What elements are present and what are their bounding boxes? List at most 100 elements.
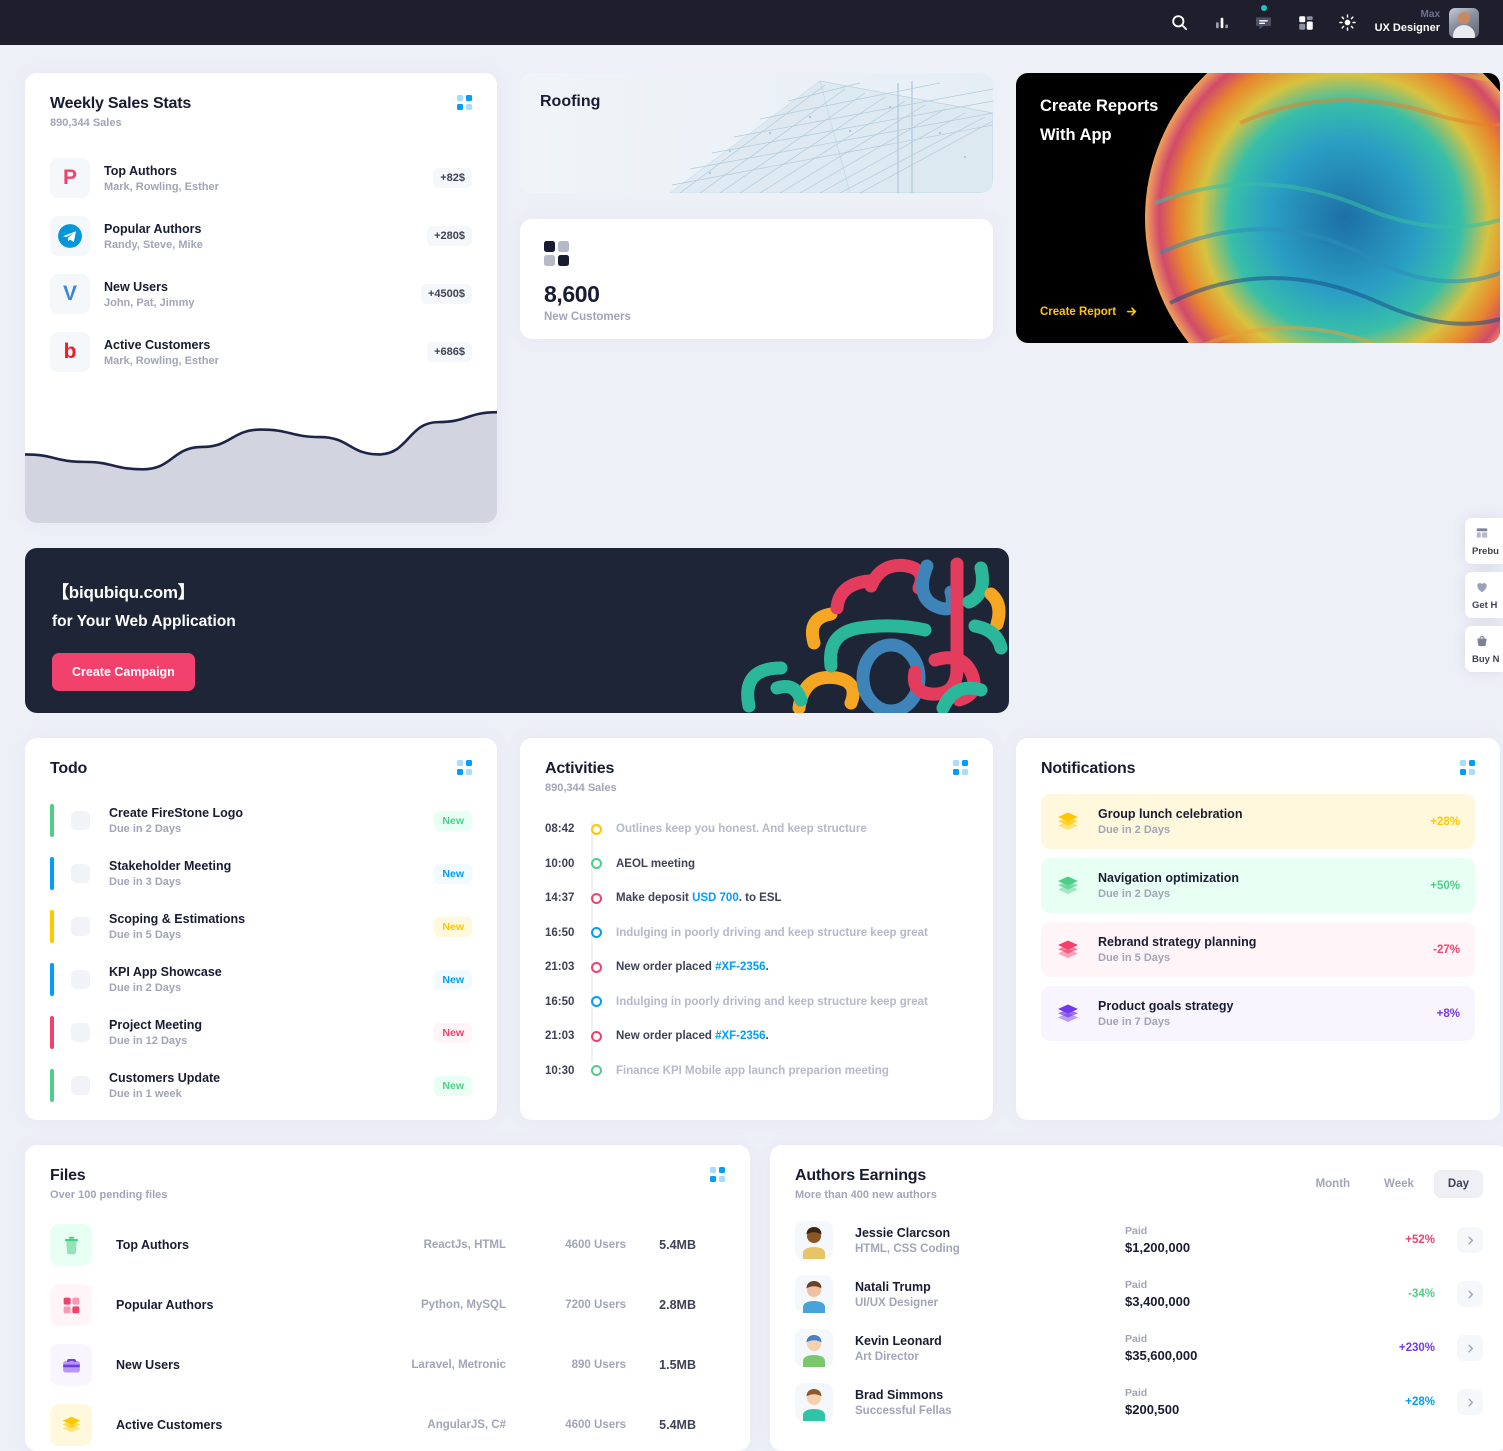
list-item[interactable]: Rebrand strategy planning Due in 5 Days -2… bbox=[1041, 922, 1475, 977]
todo-checkbox[interactable] bbox=[71, 970, 90, 989]
avatar[interactable] bbox=[1449, 7, 1479, 38]
roofing-card[interactable]: Roofing bbox=[520, 73, 993, 193]
todo-due: Due in 3 Days bbox=[109, 876, 182, 888]
notification-text: Group lunch celebration Due in 2 Days bbox=[1098, 807, 1430, 836]
search-icon[interactable] bbox=[1167, 10, 1193, 36]
list-item[interactable]: Customers Update Due in 1 week New bbox=[50, 1059, 472, 1112]
chevron-right-icon[interactable] bbox=[1457, 1389, 1483, 1415]
table-row[interactable]: Top Authors ReactJs, HTML 4600 Users 5.4MB bbox=[25, 1215, 750, 1275]
create-report-link[interactable]: Create Report bbox=[1040, 305, 1138, 318]
table-row[interactable]: Jessie Clarcson HTML, CSS Coding Paid $1,20… bbox=[770, 1213, 1503, 1267]
list-item[interactable]: P Top Authors Mark, Rowling, Esther +82$ bbox=[50, 149, 472, 207]
grid-menu-icon[interactable] bbox=[457, 760, 472, 775]
author-name: Jessie Clarcson bbox=[855, 1225, 951, 1240]
list-item[interactable]: 10:30 Finance KPI Mobile app launch prepa… bbox=[545, 1054, 968, 1089]
float-button-get h[interactable]: Get H bbox=[1465, 572, 1503, 618]
activity-link[interactable]: #XF-2356 bbox=[715, 1030, 766, 1042]
table-row[interactable]: Natali Trump UI/UX Designer Paid $3,400,000… bbox=[770, 1267, 1503, 1321]
activity-text: New order placed #XF-2356. bbox=[616, 961, 769, 974]
item-people: Mark, Rowling, Esther bbox=[104, 180, 219, 193]
list-item[interactable]: 21:03 New order placed #XF-2356. bbox=[545, 1019, 968, 1054]
list-item[interactable]: Project Meeting Due in 12 Days New bbox=[50, 1006, 472, 1059]
table-row[interactable]: Popular Authors Python, MySQL 7200 Users 2.… bbox=[25, 1275, 750, 1335]
grid-menu-icon[interactable] bbox=[457, 95, 472, 110]
todo-name: Create FireStone Logo bbox=[109, 806, 244, 820]
notifications-list: Group lunch celebration Due in 2 Days +28%… bbox=[1016, 778, 1500, 1041]
files-title: Files bbox=[50, 1167, 86, 1184]
list-item[interactable]: Create FireStone Logo Due in 2 Days New bbox=[50, 794, 472, 847]
table-row[interactable]: Brad Simmons Successful Fellas Paid $200,50… bbox=[770, 1375, 1503, 1429]
table-row[interactable]: New Users Laravel, Metronic 890 Users 1.5MB bbox=[25, 1335, 750, 1395]
new-customers-card: 8,600 New Customers bbox=[520, 219, 993, 339]
list-item[interactable]: 16:50 Indulging in poorly driving and kee… bbox=[545, 985, 968, 1020]
status-badge: New bbox=[434, 1022, 472, 1043]
file-tech: AngularJS, C# bbox=[427, 1419, 506, 1431]
paid-value: $1,200,000 bbox=[1125, 1240, 1191, 1255]
reports-line1: Create Reports bbox=[1040, 97, 1159, 115]
list-item[interactable]: Navigation optimization Due in 2 Days +50% bbox=[1041, 858, 1475, 913]
todo-text: Project Meeting Due in 12 Days bbox=[109, 1018, 434, 1047]
list-item[interactable]: 10:00 AEOL meeting bbox=[545, 847, 968, 882]
table-row[interactable]: Active Customers AngularJS, C# 4600 Users 5… bbox=[25, 1395, 750, 1451]
floating-action-panel: Prebu Get H Buy N bbox=[1465, 518, 1503, 672]
reports-column: Create Reports With App Create Report bbox=[1016, 73, 1500, 343]
activity-link[interactable]: #XF-2356 bbox=[715, 961, 766, 973]
grid-menu-icon[interactable] bbox=[953, 760, 968, 775]
earnings-percent: +230% bbox=[1398, 1342, 1435, 1354]
list-item[interactable]: b Active Customers Mark, Rowling, Esther +6… bbox=[50, 323, 472, 381]
tab-day[interactable]: Day bbox=[1433, 1170, 1483, 1198]
status-badge: New bbox=[434, 863, 472, 884]
user-profile[interactable]: Max UX Designer bbox=[1375, 7, 1479, 38]
todo-title: Todo bbox=[50, 760, 88, 777]
author-role: HTML, CSS Coding bbox=[855, 1242, 960, 1255]
new-customers-label: New Customers bbox=[544, 311, 631, 323]
chevron-right-icon[interactable] bbox=[1457, 1227, 1483, 1253]
todo-checkbox[interactable] bbox=[71, 811, 90, 830]
list-item[interactable]: V New Users John, Pat, Jimmy +4500$ bbox=[50, 265, 472, 323]
table-row[interactable]: Kevin Leonard Art Director Paid $35,600,000… bbox=[770, 1321, 1503, 1375]
plurk-logo: P bbox=[50, 158, 90, 198]
list-item[interactable]: Group lunch celebration Due in 2 Days +28% bbox=[1041, 794, 1475, 849]
list-item[interactable]: Popular Authors Randy, Steve, Mike +280$ bbox=[50, 207, 472, 265]
create-reports-card[interactable]: Create Reports With App Create Report bbox=[1016, 73, 1500, 343]
grid-menu-icon[interactable] bbox=[1460, 760, 1475, 775]
chat-bubble-icon[interactable] bbox=[1251, 4, 1277, 36]
todo-checkbox[interactable] bbox=[71, 864, 90, 883]
chevron-right-icon[interactable] bbox=[1457, 1281, 1483, 1307]
timeline-dot-icon bbox=[591, 927, 602, 939]
paid-value: $35,600,000 bbox=[1125, 1348, 1198, 1363]
todo-checkbox[interactable] bbox=[71, 1023, 90, 1042]
notification-due: Due in 5 Days bbox=[1098, 952, 1171, 964]
todo-checkbox[interactable] bbox=[71, 1076, 90, 1095]
activity-text: Finance KPI Mobile app launch preparion … bbox=[616, 1064, 889, 1077]
roofing-title: Roofing bbox=[540, 93, 601, 110]
create-campaign-button[interactable]: Create Campaign bbox=[52, 653, 195, 691]
notification-name: Product goals strategy bbox=[1098, 999, 1234, 1013]
tab-month[interactable]: Month bbox=[1302, 1170, 1364, 1198]
list-item[interactable]: 08:42 Outlines keep you honest. And keep … bbox=[545, 812, 968, 847]
apps-grid-icon[interactable] bbox=[1293, 10, 1319, 36]
user-name: Max bbox=[1420, 9, 1440, 21]
list-item[interactable]: Stakeholder Meeting Due in 3 Days New bbox=[50, 847, 472, 900]
file-users: 4600 Users bbox=[565, 1419, 626, 1431]
list-item[interactable]: Product goals strategy Due in 7 Days +8% bbox=[1041, 986, 1475, 1041]
float-button-prebu[interactable]: Prebu bbox=[1465, 518, 1503, 564]
timeline-dot-icon bbox=[591, 823, 602, 835]
earnings-percent: +28% bbox=[1405, 1396, 1435, 1408]
todo-checkbox[interactable] bbox=[71, 917, 90, 936]
float-button-buy n[interactable]: Buy N bbox=[1465, 626, 1503, 672]
activity-link[interactable]: USD 700 bbox=[692, 892, 739, 904]
list-item[interactable]: 14:37 Make deposit USD 700. to ESL bbox=[545, 881, 968, 916]
dashboard-row-1: Weekly Sales Stats 890,344 Sales P Top Au… bbox=[25, 73, 1500, 523]
grid-menu-icon[interactable] bbox=[710, 1167, 725, 1182]
list-item[interactable]: Scoping & Estimations Due in 5 Days New bbox=[50, 900, 472, 953]
list-item[interactable]: 21:03 New order placed #XF-2356. bbox=[545, 950, 968, 985]
activity-time: 21:03 bbox=[545, 961, 575, 974]
tab-week[interactable]: Week bbox=[1370, 1170, 1428, 1198]
list-item[interactable]: 16:50 Indulging in poorly driving and kee… bbox=[545, 916, 968, 951]
theme-toggle-icon[interactable] bbox=[1335, 10, 1361, 36]
list-item[interactable]: KPI App Showcase Due in 2 Days New bbox=[50, 953, 472, 1006]
chart-bar-icon[interactable] bbox=[1209, 10, 1235, 36]
chevron-right-icon[interactable] bbox=[1457, 1335, 1483, 1361]
files-subtitle: Over 100 pending files bbox=[50, 1189, 168, 1201]
